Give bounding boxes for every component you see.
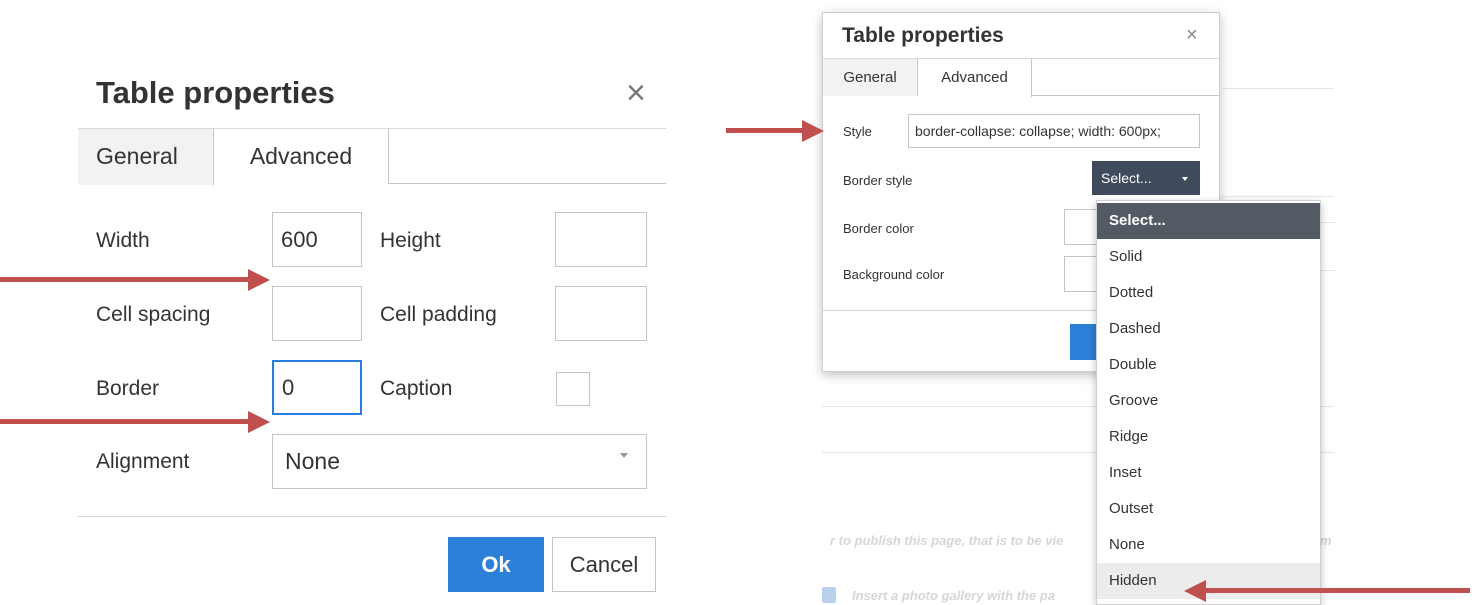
option-outset[interactable]: Outset (1097, 491, 1320, 527)
border-style-value: Select... (1101, 170, 1152, 186)
height-label: Height (380, 229, 441, 252)
arrow-head-icon (1184, 580, 1206, 602)
right-dialog-title: Table properties (842, 24, 1004, 47)
cell-spacing-input[interactable] (272, 286, 362, 341)
option-double[interactable]: Double (1097, 347, 1320, 383)
border-input[interactable] (272, 360, 362, 415)
right-tab-bar: General Advanced (823, 58, 1219, 97)
border-style-select[interactable]: Select... (1092, 161, 1200, 195)
gallery-icon (822, 587, 836, 603)
option-select[interactable]: Select... (1097, 203, 1320, 239)
option-dotted[interactable]: Dotted (1097, 275, 1320, 311)
style-label: Style (843, 124, 872, 139)
tab-general[interactable]: General (78, 129, 214, 185)
option-hidden[interactable]: Hidden (1097, 563, 1320, 599)
alignment-value: None (285, 448, 340, 474)
annotation-arrow-style (726, 128, 804, 133)
bg-divider (1320, 270, 1336, 271)
caption-label: Caption (380, 377, 453, 400)
border-style-dropdown: Select... Solid Dotted Dashed Double Gro… (1096, 200, 1321, 605)
border-label: Border (96, 377, 160, 400)
option-dashed[interactable]: Dashed (1097, 311, 1320, 347)
style-input[interactable] (908, 114, 1200, 148)
close-icon[interactable]: × (626, 76, 646, 110)
ok-button[interactable]: Ok (448, 537, 544, 592)
option-ridge[interactable]: Ridge (1097, 419, 1320, 455)
arrow-head-icon (802, 120, 824, 142)
cell-spacing-label: Cell spacing (96, 303, 211, 326)
cell-padding-label: Cell padding (380, 303, 497, 326)
close-icon[interactable]: × (1186, 24, 1198, 47)
cancel-button[interactable]: Cancel (552, 537, 656, 592)
left-dialog-title: Table properties (96, 75, 335, 110)
annotation-arrow-hidden (1204, 588, 1470, 593)
alignment-label: Alignment (96, 450, 190, 473)
width-label: Width (96, 229, 150, 252)
annotation-arrow-border (0, 419, 250, 424)
border-color-label: Border color (843, 221, 914, 236)
bg-divider (1222, 196, 1334, 197)
height-input[interactable] (555, 212, 647, 267)
bg-page-text: Insert a photo gallery with the pa (852, 588, 1055, 603)
divider (78, 516, 666, 517)
option-none[interactable]: None (1097, 527, 1320, 563)
option-solid[interactable]: Solid (1097, 239, 1320, 275)
tab-general[interactable]: General (823, 59, 918, 96)
tab-advanced[interactable]: Advanced (918, 59, 1032, 97)
bg-divider (1222, 88, 1334, 89)
tab-advanced[interactable]: Advanced (214, 129, 389, 184)
option-inset[interactable]: Inset (1097, 455, 1320, 491)
bg-divider (1320, 222, 1336, 223)
background-color-label: Background color (843, 267, 945, 282)
chevron-down-icon (1182, 177, 1188, 181)
width-input[interactable] (272, 212, 362, 267)
left-tab-bar: General Advanced (78, 129, 666, 185)
alignment-select[interactable]: None (272, 434, 647, 489)
arrow-head-icon (248, 269, 270, 291)
chevron-down-icon (620, 453, 628, 458)
bg-page-text: m (1320, 533, 1332, 548)
bg-page-text: r to publish this page, that is to be vi… (830, 533, 1064, 548)
border-style-label: Border style (843, 173, 913, 188)
annotation-arrow-width (0, 277, 250, 282)
option-groove[interactable]: Groove (1097, 383, 1320, 419)
cell-padding-input[interactable] (555, 286, 647, 341)
caption-checkbox[interactable] (556, 372, 590, 406)
arrow-head-icon (248, 411, 270, 433)
